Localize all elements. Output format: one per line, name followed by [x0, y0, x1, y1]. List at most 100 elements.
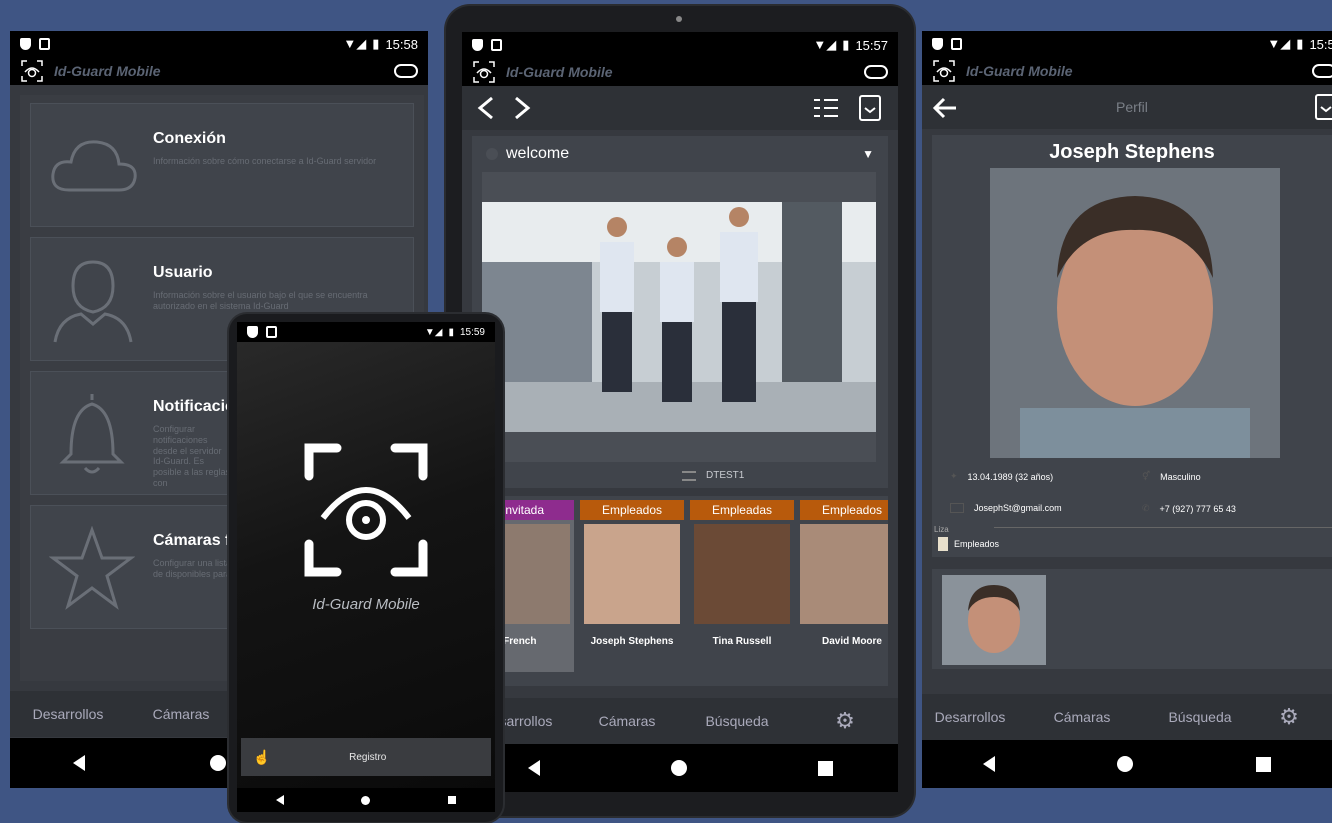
shield-icon [247, 326, 258, 338]
email[interactable]: JosephSt@gmail.com [974, 503, 1062, 513]
card-title: Conexión [153, 130, 226, 147]
shield-icon [472, 39, 483, 51]
battery-icon: ▮ [448, 326, 454, 338]
phone-icon: ✆ [1142, 503, 1150, 513]
tab-busqueda[interactable]: Búsqueda [682, 713, 792, 729]
sd-card-icon [491, 39, 502, 51]
checklist-icon[interactable] [812, 96, 840, 120]
tablet-frame: ▼◢ ▮ 15:57 Id-Guard Mobile welcome ▼ DTE… [446, 6, 914, 816]
settings-gear-icon[interactable]: ⚙ [1254, 704, 1324, 730]
person-name: Tina Russell [712, 636, 772, 647]
camera-caption: DTEST1 [682, 470, 744, 481]
wifi-signal-icon: ▼◢ [1267, 36, 1291, 51]
status-bar: ▼◢ ▮ 15:58 [10, 31, 428, 57]
touch-icon: ☝ [253, 748, 271, 765]
card-desc: Configurar notificaciones desde el servi… [153, 424, 231, 488]
cloud-status-icon[interactable] [394, 64, 418, 78]
tab-camaras[interactable]: Cámaras [1018, 709, 1146, 725]
card-conexion[interactable]: Conexión Información sobre cómo conectars… [30, 103, 414, 227]
select-mode-icon[interactable] [1314, 93, 1332, 121]
tablet-toolbar [462, 86, 898, 130]
back-nav-icon[interactable] [527, 760, 540, 776]
back-nav-icon[interactable] [275, 795, 284, 805]
right-phone-screen: ▼◢ ▮ 15:57 Id-Guard Mobile Perfil Joseph S… [922, 31, 1332, 788]
wifi-signal-icon: ▼◢ [424, 326, 443, 338]
card-desc: Configurar una lista de disponibles para [153, 558, 232, 579]
home-nav-icon[interactable] [209, 755, 226, 771]
sd-card-icon [266, 326, 277, 338]
next-arrow-icon[interactable] [512, 96, 532, 120]
person-name: Joseph Stephens [1049, 141, 1215, 163]
card-desc: Información sobre el usuario bajo el que… [153, 290, 368, 311]
bell-icon [59, 394, 125, 474]
tab-busqueda[interactable]: Búsqueda [1146, 709, 1254, 725]
tab-camaras[interactable]: Cámaras [572, 713, 682, 729]
phone-row: ✆ +7 (927) 777 65 43 [1142, 503, 1236, 514]
page-title: Perfil [1116, 99, 1148, 115]
camera-video-feed [482, 202, 876, 432]
home-nav-icon[interactable] [670, 760, 687, 776]
thumbnail-photo[interactable] [942, 575, 1046, 665]
list-divider [994, 527, 1332, 528]
eye-logo-icon [472, 60, 496, 84]
status-bar: ▼◢ ▮ 15:57 [922, 31, 1332, 57]
app-title: Id-Guard Mobile [966, 63, 1073, 79]
wifi-signal-icon: ▼◢ [343, 36, 367, 51]
back-nav-icon[interactable] [72, 755, 85, 771]
tab-desarrollos[interactable]: Desarrollos [922, 709, 1018, 725]
app-title: Id-Guard Mobile [506, 64, 613, 80]
phone[interactable]: +7 (927) 777 65 43 [1160, 504, 1236, 514]
bottom-tabs: Desarrollos Cámaras Búsqueda ⚙ [462, 698, 898, 744]
settings-gear-icon[interactable]: ⚙ [792, 708, 898, 734]
list-label: Liza [934, 525, 949, 534]
recents-nav-icon[interactable] [448, 796, 457, 804]
wifi-signal-icon: ▼◢ [813, 37, 837, 52]
back-arrow-icon[interactable] [932, 97, 958, 119]
back-nav-icon[interactable] [983, 756, 996, 772]
camera-dot-icon [486, 148, 498, 160]
person-photo [800, 524, 888, 624]
home-nav-icon[interactable] [361, 795, 371, 805]
person-card[interactable]: Empleados David Moore [800, 500, 888, 672]
camera-frame[interactable] [482, 172, 876, 462]
card-desc: Información sobre cómo conectarse a Id-G… [153, 156, 377, 166]
select-mode-icon[interactable] [858, 94, 882, 122]
small-phone-screen: ▼◢ ▮ 15:59 Id-Guard Mobile ☝ Registro [237, 322, 495, 796]
recents-nav-icon[interactable] [1255, 756, 1271, 772]
email-icon [950, 503, 964, 513]
card-title: Usuario [153, 264, 213, 281]
camera-selector[interactable]: welcome ▼ [472, 136, 888, 172]
tablet-screen: ▼◢ ▮ 15:57 Id-Guard Mobile welcome ▼ DTE… [462, 32, 898, 792]
recents-nav-icon[interactable] [817, 760, 833, 776]
list-row: Empleados [938, 537, 999, 551]
status-time: 15:57 [1309, 36, 1332, 52]
camera-name: welcome [506, 145, 570, 162]
photos-panel [932, 569, 1332, 669]
birthdate: 13.04.1989 (32 años) [967, 471, 1054, 482]
email-row: JosephSt@gmail.com [950, 503, 1062, 513]
gender-icon: ⚥ [1142, 471, 1151, 481]
tab-desarrollos[interactable]: Desarrollos [10, 706, 126, 722]
status-bar: ▼◢ ▮ 15:57 [462, 32, 898, 58]
status-time: 15:57 [855, 37, 888, 53]
star-icon [49, 526, 135, 610]
gender: Masculino [1160, 471, 1201, 482]
profile-panel: Joseph Stephens ✦ 13.04.1989 (32 años) ⚥ M… [932, 135, 1332, 557]
person-card[interactable]: Empleadas Tina Russell [690, 500, 794, 672]
profile-toolbar: Perfil [922, 85, 1332, 129]
register-button[interactable]: ☝ Registro [241, 738, 491, 776]
person-card[interactable]: Empleados Joseph Stephens [580, 500, 684, 672]
register-label: Registro [349, 751, 387, 763]
tab-camaras[interactable]: Cámaras [126, 706, 236, 722]
cloud-status-icon[interactable] [1312, 64, 1332, 78]
home-nav-icon[interactable] [1117, 756, 1134, 772]
status-time: 15:59 [459, 326, 485, 338]
eye-logo-icon [20, 59, 44, 83]
cloud-status-icon[interactable] [864, 65, 888, 79]
eye-logo-icon [932, 59, 956, 83]
prev-arrow-icon[interactable] [476, 96, 496, 120]
brand-name: Id-Guard Mobile [312, 596, 420, 613]
app-title: Id-Guard Mobile [54, 63, 161, 79]
camera-label: DTEST1 [706, 470, 745, 481]
list-icon [682, 470, 696, 481]
